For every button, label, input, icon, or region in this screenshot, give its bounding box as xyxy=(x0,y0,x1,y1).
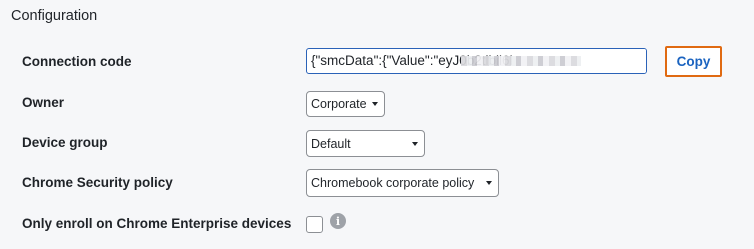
connection-code-field[interactable]: {"smcData":{"Value":"eyJ0b2tlbil6l xyxy=(306,48,647,74)
device-group-label: Device group xyxy=(22,135,108,150)
owner-select-value: Corporate xyxy=(311,97,367,111)
enroll-label: Only enroll on Chrome Enterprise devices xyxy=(22,216,292,231)
connection-code-label: Connection code xyxy=(22,54,132,69)
chevron-down-icon xyxy=(372,102,378,106)
section-title: Configuration xyxy=(11,8,98,24)
device-group-select-value: Default xyxy=(311,136,351,151)
enroll-checkbox[interactable] xyxy=(306,216,323,233)
chevron-down-icon xyxy=(486,181,492,185)
info-icon[interactable]: i xyxy=(330,213,346,229)
owner-label: Owner xyxy=(22,95,65,110)
device-group-select[interactable]: Default xyxy=(306,130,425,157)
owner-select[interactable]: Corporate xyxy=(306,91,385,117)
chevron-down-icon xyxy=(412,141,418,146)
chrome-policy-select[interactable]: Chromebook corporate policy xyxy=(306,169,499,197)
chrome-policy-label: Chrome Security policy xyxy=(22,175,173,190)
redaction-mask xyxy=(461,49,646,73)
chrome-policy-select-value: Chromebook corporate policy xyxy=(311,176,475,190)
copy-button[interactable]: Copy xyxy=(665,46,722,77)
